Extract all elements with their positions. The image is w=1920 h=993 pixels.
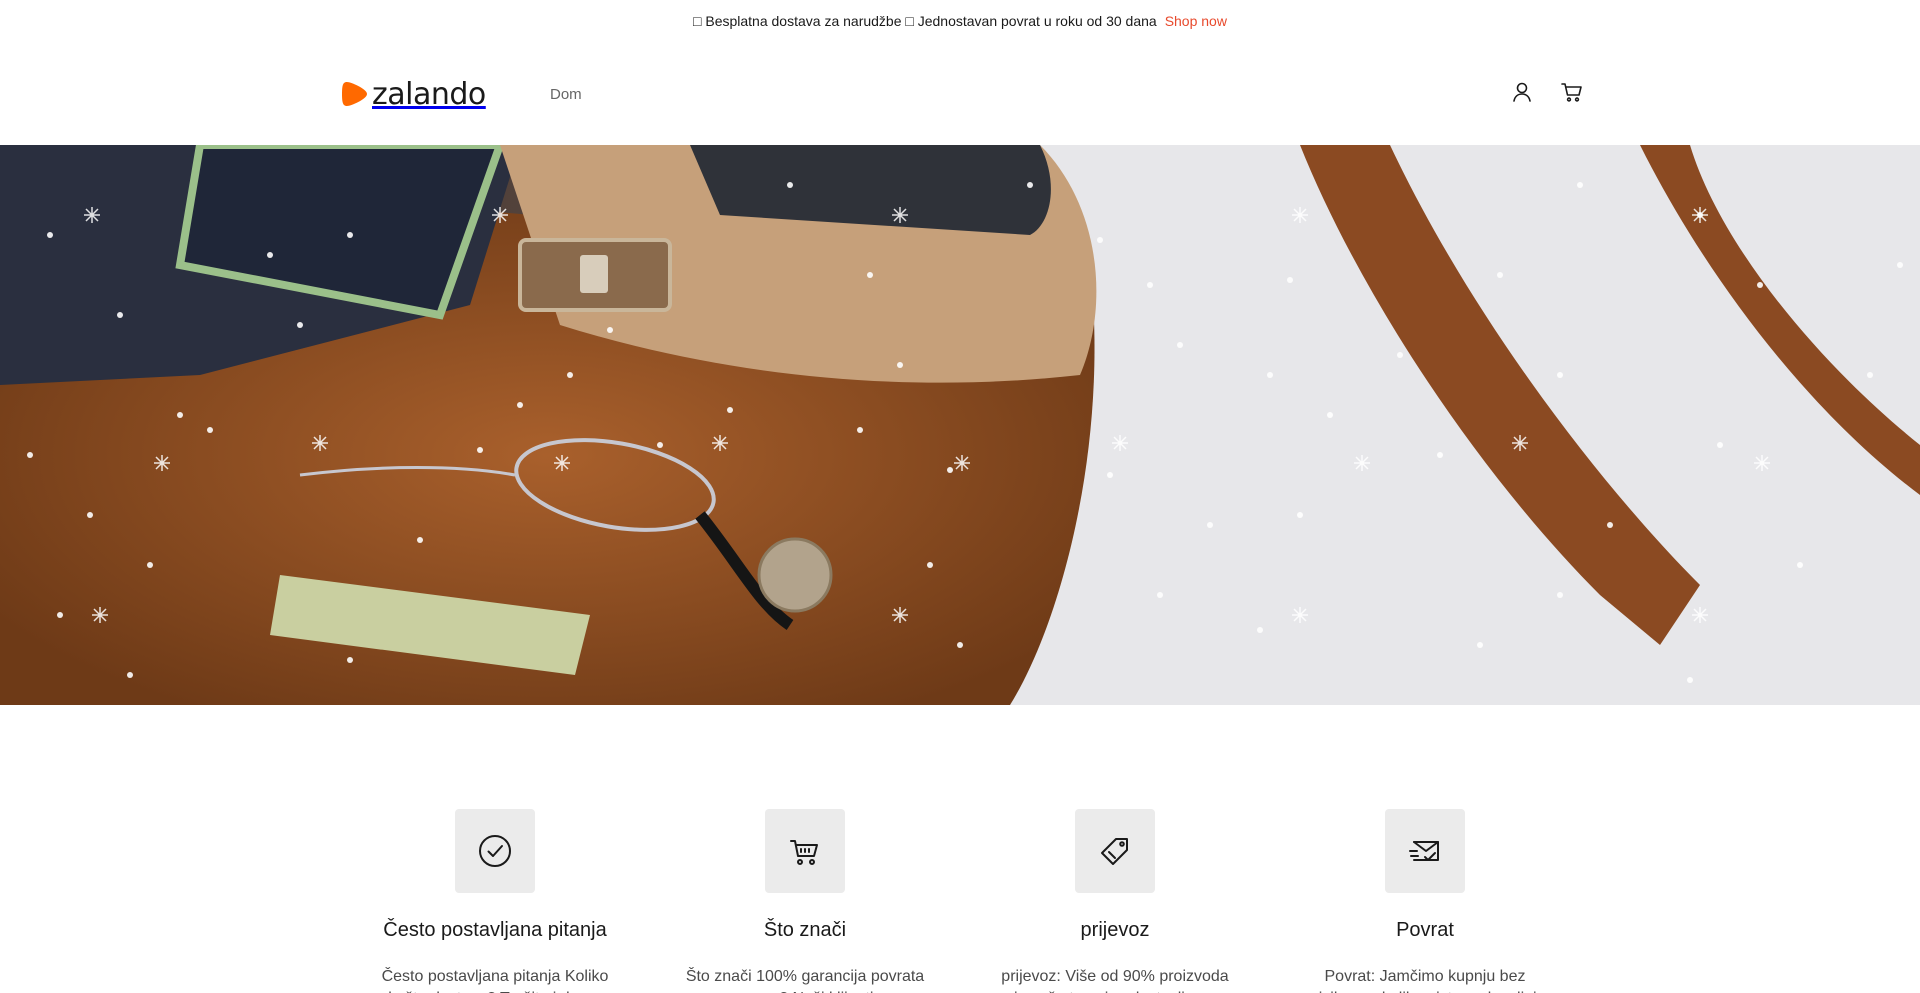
hero-image — [0, 145, 1920, 705]
feature-guarantee: Što znači Što znači 100% garancija povra… — [660, 809, 950, 993]
site-header: zalando Dom — [0, 42, 1920, 145]
feature-text: Često postavljana pitanja Koliko košta d… — [381, 968, 609, 993]
user-icon[interactable] — [1510, 80, 1534, 104]
feature-faq: Često postavljana pitanja Često postavlj… — [350, 809, 640, 993]
feature-icon-tile — [1385, 809, 1465, 893]
feature-title: Često postavljana pitanja — [383, 919, 607, 941]
zalando-logo-icon — [342, 82, 367, 106]
header-actions — [1510, 80, 1584, 104]
feature-text: Povrat: Jamčimo kupnju bez rizika, a uko… — [1313, 968, 1536, 993]
feature-title: prijevoz — [1080, 919, 1150, 941]
check-circle-icon — [479, 835, 511, 867]
tag-icon — [1101, 838, 1128, 865]
feature-shipping: prijevoz prijevoz: Više od 90% proizvoda… — [970, 809, 1260, 993]
features-section: Često postavljana pitanja Često postavlj… — [0, 705, 1920, 993]
cart-icon[interactable] — [1560, 80, 1584, 104]
shop-now-link[interactable]: Shop now — [1165, 13, 1227, 29]
logo[interactable]: zalando — [340, 76, 486, 112]
feature-icon-tile — [765, 809, 845, 893]
feature-icon-tile — [1075, 809, 1155, 893]
nav-home-link[interactable]: Dom — [550, 86, 582, 103]
feature-text: prijevoz: Više od 90% proizvoda iz naše … — [1001, 968, 1229, 993]
logo-text: zalando — [372, 76, 486, 112]
feature-title: Povrat — [1396, 919, 1454, 941]
announcement-text: □ Besplatna dostava za narudžbe □ Jednos… — [693, 13, 1157, 29]
announcement-bar: □ Besplatna dostava za narudžbe □ Jednos… — [0, 0, 1920, 42]
feature-returns: Povrat Povrat: Jamčimo kupnju bez rizika… — [1280, 809, 1570, 993]
feature-title: Što znači — [763, 919, 847, 941]
hero-banner — [0, 145, 1920, 705]
feature-icon-tile — [455, 809, 535, 893]
cart-icon — [790, 840, 818, 865]
feature-text: Što znači 100% garancija povrata novca? … — [685, 968, 925, 993]
mail-check-icon — [1409, 841, 1439, 861]
